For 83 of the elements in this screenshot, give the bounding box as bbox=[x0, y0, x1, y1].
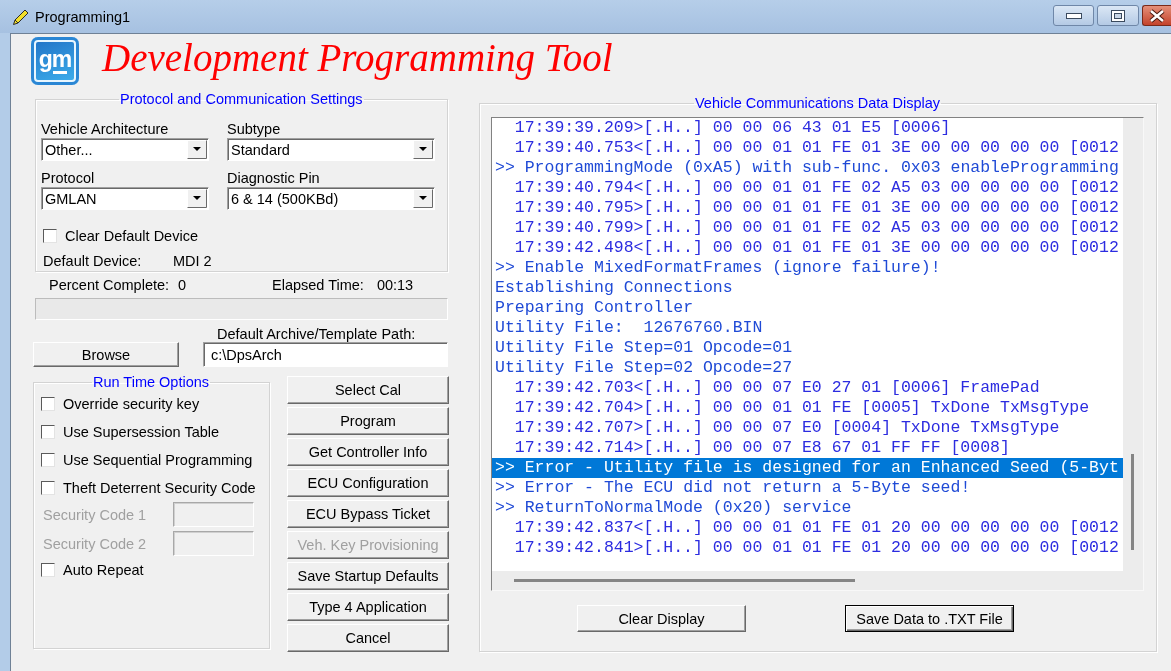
checkbox-label: Clear Default Device bbox=[65, 228, 198, 244]
panel-title: Vehicle Communications Data Display bbox=[694, 95, 941, 111]
logo: gm bbox=[31, 37, 79, 85]
vertical-scrollbar[interactable] bbox=[1123, 118, 1143, 571]
command-button[interactable]: Program bbox=[287, 407, 449, 435]
log-line[interactable]: >> Enable MixedFormatFrames (ignore failure)! bbox=[492, 258, 1123, 278]
browse-button[interactable]: Browse bbox=[33, 342, 179, 367]
command-button[interactable]: Save Data to .TXT File bbox=[845, 605, 1014, 632]
checkbox-label: Auto Repeat bbox=[63, 562, 144, 578]
elapsed-time: 00:13 bbox=[376, 277, 414, 293]
minimize-button[interactable] bbox=[1053, 5, 1094, 26]
field-label: Diagnostic Pin bbox=[227, 170, 321, 186]
log-line[interactable]: 17:39:42.498<[.H..] 00 00 01 01 FE 01 3E 00 00 00 00 00 [0012 bbox=[492, 238, 1123, 258]
log-line[interactable]: >> ReturnToNormalMode (0x20) service bbox=[492, 498, 1123, 518]
checkbox-label: Use Supersession Table bbox=[63, 424, 220, 440]
command-button[interactable]: ECU Bypass Ticket bbox=[287, 500, 449, 528]
close-icon bbox=[1149, 8, 1165, 23]
log-line[interactable]: Establishing Connections bbox=[492, 278, 1123, 298]
field-label: Protocol bbox=[41, 170, 96, 186]
field-label: Subtype bbox=[227, 121, 282, 137]
command-button[interactable]: Save Startup Defaults bbox=[287, 562, 449, 590]
dropdown[interactable]: Other... bbox=[41, 138, 209, 161]
panel-title: Protocol and Communication Settings bbox=[119, 91, 364, 107]
log-line[interactable]: >> ProgrammingMode (0xA5) with sub-func. 0x03 enableProgramming bbox=[492, 158, 1123, 178]
command-button[interactable]: Cancel bbox=[287, 624, 449, 652]
field-label: Vehicle Architecture bbox=[41, 121, 170, 137]
close-button[interactable] bbox=[1142, 5, 1171, 26]
scrollbar-thumb[interactable] bbox=[514, 579, 855, 582]
log-line[interactable]: Utility File Step=02 Opcode=27 bbox=[492, 358, 1123, 378]
checkbox[interactable] bbox=[43, 229, 57, 243]
horizontal-scrollbar[interactable] bbox=[492, 571, 1143, 590]
log-line[interactable]: 17:39:42.703<[.H..] 00 00 07 E0 27 01 [0006] FramePad bbox=[492, 378, 1123, 398]
field-label: Security Code 2 bbox=[43, 535, 148, 552]
command-button[interactable]: Clear Display bbox=[577, 605, 746, 632]
panel-title: Run Time Options bbox=[92, 374, 211, 390]
field-label: Security Code 1 bbox=[43, 506, 148, 523]
command-button[interactable]: Get Controller Info bbox=[287, 438, 449, 466]
percent-value: 0 bbox=[178, 277, 187, 293]
command-button[interactable]: Type 4 Application bbox=[287, 593, 449, 621]
checkbox-label: Theft Deterrent Security Code bbox=[63, 480, 256, 496]
device-value: MDI 2 bbox=[173, 253, 212, 269]
log-line[interactable]: >> Error - The ECU did not return a 5-Byte seed! bbox=[492, 478, 1123, 498]
minimize-icon bbox=[1065, 12, 1082, 19]
window-title: Programming1 bbox=[35, 8, 131, 25]
field-label: Default Device: bbox=[43, 253, 143, 269]
maximize-button[interactable] bbox=[1097, 5, 1139, 26]
caret-icon[interactable] bbox=[413, 189, 433, 208]
status-label: Percent Complete: bbox=[49, 277, 170, 293]
app-title: Development Programming Tool bbox=[102, 38, 613, 82]
dropdown[interactable]: 6 & 14 (500KBd) bbox=[227, 187, 435, 210]
caret-icon[interactable] bbox=[187, 189, 207, 208]
log-line[interactable]: Utility File: 12676760.BIN bbox=[492, 318, 1123, 338]
command-button[interactable]: Select Cal bbox=[287, 376, 449, 404]
caret-icon[interactable] bbox=[413, 140, 433, 159]
caret-icon[interactable] bbox=[187, 140, 207, 159]
log-line[interactable]: Utility File Step=01 Opcode=01 bbox=[492, 338, 1123, 358]
log-line[interactable]: 17:39:42.841>[.H..] 00 00 01 01 FE 01 20 00 00 00 00 00 [0012 bbox=[492, 538, 1123, 558]
log-line[interactable]: 17:39:42.837<[.H..] 00 00 01 01 FE 01 20 00 00 00 00 00 [0012 bbox=[492, 518, 1123, 538]
log-line[interactable]: 17:39:40.795>[.H..] 00 00 01 01 FE 01 3E 00 00 00 00 00 [0012 bbox=[492, 198, 1123, 218]
dropdown[interactable]: Standard bbox=[227, 138, 435, 161]
log-line[interactable]: 17:39:42.704>[.H..] 00 00 01 01 FE [0005] TxDone TxMsgType bbox=[492, 398, 1123, 418]
checkbox[interactable] bbox=[41, 453, 55, 467]
status-label: Elapsed Time: bbox=[272, 277, 364, 293]
checkbox[interactable] bbox=[41, 425, 55, 439]
scrollbar-thumb[interactable] bbox=[1131, 454, 1134, 550]
checkbox[interactable] bbox=[41, 481, 55, 495]
checkbox[interactable] bbox=[41, 397, 55, 411]
pen-icon bbox=[12, 7, 30, 26]
maximize-icon bbox=[1111, 9, 1125, 22]
dropdown[interactable]: GMLAN bbox=[41, 187, 209, 210]
log-line[interactable]: 17:39:42.714>[.H..] 00 00 07 E8 67 01 FF FF [0008] bbox=[492, 438, 1123, 458]
checkbox[interactable] bbox=[41, 563, 55, 577]
checkbox-label: Override security key bbox=[63, 396, 200, 412]
command-button[interactable]: ECU Configuration bbox=[287, 469, 449, 497]
log-line[interactable]: 17:39:40.794<[.H..] 00 00 01 01 FE 02 A5 03 00 00 00 00 [0012 bbox=[492, 178, 1123, 198]
checkbox-label: Use Sequential Programming bbox=[63, 452, 253, 468]
log-line[interactable]: 17:39:40.799>[.H..] 00 00 01 01 FE 02 A5 03 00 00 00 00 [0012 bbox=[492, 218, 1123, 238]
field-label: Default Archive/Template Path: bbox=[216, 326, 417, 342]
log-line[interactable]: 17:39:42.707>[.H..] 00 00 07 E0 [0004] TxDone TxMsgType bbox=[492, 418, 1123, 438]
log-line[interactable]: 17:39:40.753<[.H..] 00 00 01 01 FE 01 3E 00 00 00 00 00 [0012 bbox=[492, 138, 1123, 158]
path-field[interactable]: c:\DpsArch bbox=[203, 342, 448, 367]
log-line[interactable]: 17:39:39.209>[.H..] 00 00 06 43 01 E5 [0006] bbox=[492, 118, 1123, 138]
log-line[interactable]: Preparing Controller bbox=[492, 298, 1123, 318]
